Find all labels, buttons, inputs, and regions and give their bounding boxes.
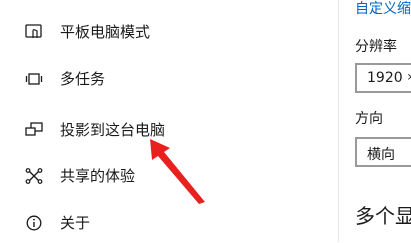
project-to-pc-icon — [25, 122, 43, 138]
sidebar-item-label: 投影到这台电脑 — [60, 121, 166, 139]
sidebar-item-label: 关于 — [60, 214, 91, 232]
sidebar-item-multitasking[interactable]: 多任务 — [0, 59, 330, 99]
sidebar-item-label: 共享的体验 — [60, 167, 136, 185]
custom-scaling-link[interactable]: 自定义缩 — [355, 0, 411, 18]
multitasking-icon — [25, 71, 43, 87]
resolution-label: 分辨率 — [355, 39, 397, 55]
multiple-displays-heading: 多个显 — [355, 204, 411, 228]
settings-sidebar: 平板电脑模式 多任务 投影到这台电脑 共享的体验 关于 — [0, 0, 338, 242]
sidebar-item-tablet-mode[interactable]: 平板电脑模式 — [0, 12, 330, 52]
tablet-mode-icon — [25, 24, 43, 40]
resolution-value: 1920 — [367, 70, 403, 86]
info-icon — [25, 215, 43, 231]
orientation-value: 横向 — [367, 147, 395, 163]
resolution-select[interactable]: 1920 › — [355, 63, 411, 93]
sidebar-item-shared-experiences[interactable]: 共享的体验 — [0, 156, 330, 196]
orientation-select[interactable]: 横向 — [355, 137, 411, 167]
sidebar-item-about[interactable]: 关于 — [0, 203, 330, 243]
orientation-label: 方向 — [355, 111, 383, 127]
sidebar-item-project-to-pc[interactable]: 投影到这台电脑 — [0, 110, 330, 150]
sidebar-item-label: 多任务 — [60, 70, 106, 88]
display-settings-pane: 自定义缩 分辨率 1920 › 方向 横向 多个显 — [339, 0, 411, 242]
shared-experiences-icon — [25, 168, 43, 184]
sidebar-item-label: 平板电脑模式 — [60, 23, 151, 41]
chevron-down-icon: › — [407, 69, 411, 85]
